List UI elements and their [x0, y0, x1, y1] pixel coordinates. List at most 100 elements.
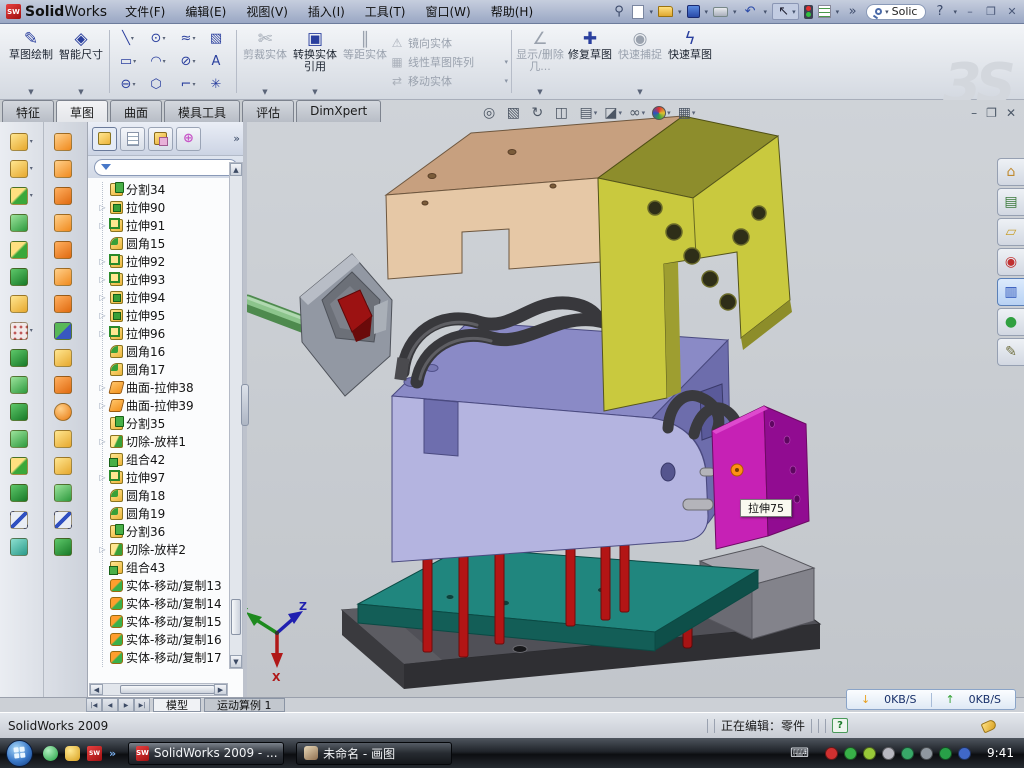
extruded-boss-tool[interactable]: ▾: [0, 128, 43, 155]
expand-icon[interactable]: ▷: [98, 545, 107, 554]
boundary-boss-tool[interactable]: ▾: [0, 236, 43, 263]
sync-tray-icon[interactable]: [901, 747, 914, 760]
rapid-sketch-button[interactable]: ϟ 快速草图 ▼: [665, 26, 715, 97]
taskbar-button-solidworks[interactable]: SW SolidWorks 2009 - ...: [128, 742, 284, 765]
feature-tree-item[interactable]: ▷ 实体-移动/复制18: [92, 666, 229, 669]
open-icon[interactable]: [658, 6, 673, 17]
property-manager-tab[interactable]: [120, 127, 145, 151]
tab-nav-button[interactable]: ◀: [102, 698, 118, 712]
sketch-text-tool[interactable]: A ▾: [203, 50, 233, 73]
doc-minimize-button[interactable]: –: [971, 106, 977, 120]
spline-tool[interactable]: ≈ ▾: [173, 27, 203, 50]
point-tool[interactable]: ✳ ▾: [203, 73, 233, 96]
zoom-fit-icon[interactable]: ◎ ▾: [483, 105, 500, 121]
scroll-up-icon[interactable]: ▲: [230, 163, 242, 176]
panel-more-icon[interactable]: »: [233, 132, 240, 145]
options-list-icon[interactable]: [818, 5, 831, 18]
graphics-viewport[interactable]: Y Z X ◎ ▾ ▧ ▾ ↻ ▾: [245, 100, 1024, 697]
dimxpert-manager-tab[interactable]: ⊕: [176, 127, 201, 151]
app-quicklaunch-icon[interactable]: [65, 746, 80, 761]
feature-tree-item[interactable]: ▷ 圆角17: [92, 360, 229, 378]
quick-tips-icon[interactable]: ?: [832, 718, 848, 733]
feature-tree-item[interactable]: ▷ 拉伸95: [92, 306, 229, 324]
expand-icon[interactable]: ▷: [98, 257, 107, 266]
zoom-area-icon[interactable]: ▧ ▾: [507, 105, 525, 121]
scroll-down-icon[interactable]: ▼: [230, 655, 242, 668]
expand-icon[interactable]: ▷: [98, 203, 107, 212]
menu-item[interactable]: 视图(V): [236, 1, 298, 22]
volume-tray-icon[interactable]: [882, 747, 895, 760]
revolved-boss-tool[interactable]: ▾: [0, 155, 43, 182]
feature-tree-item[interactable]: ▷ 切除-放样2: [92, 540, 229, 558]
feature-tree-item[interactable]: ▷ 拉伸96: [92, 324, 229, 342]
sketch-fillet-tool[interactable]: ⌐ ▾: [173, 73, 203, 96]
custom-properties-tab[interactable]: ✎: [997, 338, 1024, 366]
expand-icon[interactable]: ▷: [98, 311, 107, 320]
shield-tray-icon[interactable]: [844, 747, 857, 760]
expand-icon[interactable]: ▷: [98, 437, 107, 446]
ribbon-tab[interactable]: 曲面: [110, 100, 162, 122]
tab-nav-button[interactable]: |◀: [86, 698, 102, 712]
view-palette-tab[interactable]: ▥: [997, 278, 1024, 306]
expand-icon[interactable]: ▷: [98, 275, 107, 284]
curve-tool[interactable]: ▾: [0, 506, 43, 533]
move-face-tool[interactable]: ▾: [44, 371, 88, 398]
feature-manager-tab[interactable]: [92, 127, 117, 151]
configuration-manager-tab[interactable]: [148, 127, 173, 151]
scroll-thumb[interactable]: [231, 599, 241, 635]
feature-tree-item[interactable]: ▷ 切除-放样1: [92, 432, 229, 450]
feature-tree-item[interactable]: ▷ 实体-移动/复制13: [92, 576, 229, 594]
panel-splitter[interactable]: [243, 122, 247, 697]
swept-boss-tool[interactable]: ▾: [0, 182, 43, 209]
feature-tree-item[interactable]: ▷ 曲面-拉伸39: [92, 396, 229, 414]
wrap-tool[interactable]: ▾: [0, 479, 43, 506]
tag-icon[interactable]: [981, 718, 998, 733]
extruded-cut-tool[interactable]: ▾: [0, 263, 43, 290]
trim-entities-button[interactable]: ✄ 剪裁实体 ▼: [240, 26, 290, 97]
scroll-thumb[interactable]: [120, 685, 215, 694]
feature-tree-item[interactable]: ▷ 分割35: [92, 414, 229, 432]
parting-line-tool[interactable]: ▾: [44, 155, 88, 182]
menu-item[interactable]: 插入(I): [298, 1, 355, 22]
draft-tool[interactable]: ▾: [0, 371, 43, 398]
feature-tree-item[interactable]: ▷ 拉伸90: [92, 198, 229, 216]
repair-sketch-button[interactable]: ✚ 修复草图 ▼: [565, 26, 615, 97]
help-icon[interactable]: ?: [931, 4, 948, 19]
rebuild-icon[interactable]: [804, 5, 813, 19]
select-tool[interactable]: ↖▾: [772, 3, 799, 20]
expand-icon[interactable]: ▷: [98, 401, 107, 410]
menu-item[interactable]: 窗口(W): [416, 1, 481, 22]
rotate-view-icon[interactable]: ↻ ▾: [531, 105, 547, 121]
view-orientation-icon[interactable]: ▤ ▾: [579, 105, 597, 121]
dome-tool[interactable]: ▾: [0, 452, 43, 479]
update-tray-icon[interactable]: [958, 747, 971, 760]
core-tool[interactable]: ▾: [44, 263, 88, 290]
new-document-icon[interactable]: [632, 5, 644, 19]
draft-analysis-tool[interactable]: ▾: [44, 317, 88, 344]
feature-tree-item[interactable]: ▷ 分割36: [92, 522, 229, 540]
hole-wizard-tool[interactable]: ▾: [0, 290, 43, 317]
feature-tree-item[interactable]: ▷ 拉伸94: [92, 288, 229, 306]
taskbar-button-paint[interactable]: 未命名 - 画图: [296, 742, 452, 765]
move-entities-button[interactable]: ⇄ 移动实体 ▾: [390, 72, 508, 89]
shut-off-surface-tool[interactable]: ▾: [44, 182, 88, 209]
ellipse-tool[interactable]: ⊘ ▾: [173, 50, 203, 73]
start-button[interactable]: [6, 740, 33, 767]
scroll-right-icon[interactable]: ▶: [214, 684, 227, 695]
arc-tool[interactable]: ◠ ▾: [143, 50, 173, 73]
feature-tree-item[interactable]: ▷ 拉伸97: [92, 468, 229, 486]
line-tool[interactable]: ╲ ▾: [113, 27, 143, 50]
minimize-button[interactable]: –: [962, 5, 978, 18]
feature-tree-item[interactable]: ▷ 圆角15: [92, 234, 229, 252]
appearances-scenes-tab[interactable]: ●: [997, 308, 1024, 336]
rectangle-tool[interactable]: ▭ ▾: [113, 50, 143, 73]
expand-icon[interactable]: ▷: [98, 473, 107, 482]
messenger-quicklaunch-icon[interactable]: [43, 746, 58, 761]
circle-tool[interactable]: ⊙ ▾: [143, 27, 173, 50]
close-button[interactable]: ✕: [1004, 5, 1020, 18]
ribbon-tab[interactable]: 特征: [2, 100, 54, 122]
security-center-tray-icon[interactable]: [939, 747, 952, 760]
antivirus-tray-icon[interactable]: [825, 747, 838, 760]
expand-icon[interactable]: ▷: [98, 221, 107, 230]
network-tray-icon[interactable]: [920, 747, 933, 760]
